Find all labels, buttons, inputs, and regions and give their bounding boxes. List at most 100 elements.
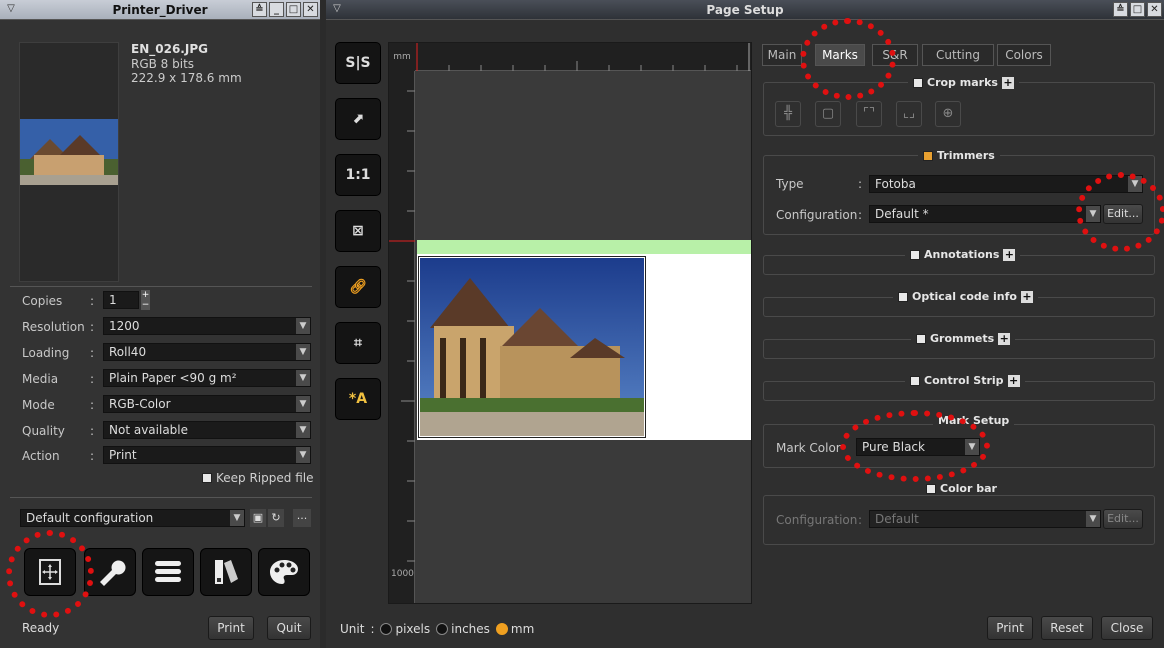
media-label: Media (22, 372, 59, 386)
configuration-select[interactable]: Default configuration ▼ (20, 509, 245, 527)
right-titlebar: ▽ Page Setup ≙ □ ✕ (326, 0, 1164, 20)
checkbox-box[interactable] (926, 483, 936, 494)
placed-image[interactable] (418, 256, 646, 438)
action-select[interactable]: Print ▼ (103, 446, 311, 464)
left-titlebar: ▽ Printer_Driver ≙ _ □ ✕ (0, 0, 320, 20)
actual-size-button[interactable]: 1:1 (335, 154, 381, 196)
unit-pixels[interactable]: pixels (380, 622, 430, 636)
top-ruler (415, 43, 751, 71)
annotations-header[interactable]: Annotations + (905, 248, 1021, 261)
reset-button[interactable]: Reset (1041, 616, 1093, 640)
tab-main[interactable]: Main (762, 44, 802, 66)
tab-colors[interactable]: Colors (997, 44, 1051, 66)
crop-style-4-icon[interactable]: ⌞⌟ (896, 101, 922, 127)
canvas-area[interactable]: mm 1000 (388, 42, 752, 604)
checkbox-box[interactable] (202, 473, 212, 483)
close-icon[interactable]: ✕ (1147, 2, 1162, 17)
grommets-header[interactable]: Grommets + (911, 332, 1016, 345)
mode-select[interactable]: RGB-Color ▼ (103, 395, 311, 413)
loading-select[interactable]: Roll40 ▼ (103, 343, 311, 361)
highlight-circle-page-setup (6, 530, 94, 618)
link-button[interactable]: 🔗︎ (335, 266, 381, 308)
colon: : (90, 398, 95, 412)
radio-selected-icon[interactable] (495, 623, 508, 635)
export-button[interactable]: ⬈ (335, 98, 381, 140)
bleed-bar (417, 240, 751, 254)
split-icon: S|S (345, 55, 371, 71)
plus-icon[interactable]: + (1020, 290, 1033, 303)
minimize-icon[interactable]: _ (269, 2, 284, 17)
maximize-icon[interactable]: □ (1130, 2, 1145, 17)
divider (10, 497, 312, 498)
color-bar-config-select[interactable]: Default ▼ (869, 510, 1101, 528)
color-bar-edit-button[interactable]: Edit... (1103, 509, 1143, 529)
fit-button[interactable]: ⊠ (335, 210, 381, 252)
window-menu-icon[interactable]: ▽ (330, 2, 344, 16)
page-setup-print-button[interactable]: Print (987, 616, 1033, 640)
swatch-button[interactable] (200, 548, 252, 596)
chevron-down-icon: ▼ (1086, 511, 1100, 527)
control-strip-header[interactable]: Control Strip + (905, 374, 1025, 387)
window-menu-icon[interactable]: ▽ (4, 2, 18, 16)
close-icon[interactable]: ✕ (303, 2, 318, 17)
crop-style-1-icon[interactable]: ╬ (775, 101, 801, 127)
auto-button[interactable]: *A (335, 378, 381, 420)
file-mode: RGB 8 bits (131, 57, 195, 71)
crop-style-5-icon[interactable]: ⊕ (935, 101, 961, 127)
tab-cutting[interactable]: Cutting (922, 44, 994, 66)
media-select[interactable]: Plain Paper <90 g m² ▼ (103, 369, 311, 387)
plus-icon[interactable]: + (1001, 76, 1014, 89)
save-icon[interactable]: ▣ (250, 509, 266, 527)
copies-input[interactable]: 1 (103, 291, 139, 309)
checkbox-box[interactable] (898, 291, 908, 302)
trimmers-header[interactable]: Trimmers (918, 149, 1000, 162)
highlight-circle-mark-color (840, 410, 990, 482)
quality-value: Not available (109, 423, 189, 437)
unit-mm[interactable]: mm (495, 622, 534, 636)
unit-label: Unit (340, 622, 365, 636)
radio-icon[interactable] (436, 623, 449, 635)
checkbox-box[interactable] (910, 249, 920, 260)
color-bar-header[interactable]: Color bar (921, 482, 1002, 495)
keep-ripped-checkbox[interactable]: Keep Ripped file (202, 471, 313, 485)
color-button[interactable] (258, 548, 310, 596)
colon: : (858, 513, 863, 527)
split-view-button[interactable]: S|S (335, 42, 381, 84)
plus-icon[interactable]: + (998, 332, 1011, 345)
radio-icon[interactable] (380, 623, 393, 635)
crop-style-2-icon[interactable]: ▢ (815, 101, 841, 127)
auto-icon: *A (348, 391, 368, 407)
checkbox-box[interactable] (910, 375, 920, 386)
center-button[interactable]: ⌗ (335, 322, 381, 364)
ruler-end-label: 1000 (391, 569, 414, 579)
shade-icon[interactable]: ≙ (1113, 2, 1128, 17)
trimmer-config-select[interactable]: Default * ▼ (869, 205, 1101, 223)
plus-icon[interactable]: + (1003, 248, 1016, 261)
file-name: EN_026.JPG (131, 42, 208, 56)
chevron-down-icon: ▼ (296, 318, 310, 334)
optical-code-header[interactable]: Optical code info + (893, 290, 1038, 303)
print-button[interactable]: Print (208, 616, 254, 640)
quit-button[interactable]: Quit (267, 616, 311, 640)
crop-style-3-icon[interactable]: ⌜⌝ (856, 101, 882, 127)
color-bar-config-label: Configuration (776, 513, 858, 527)
shade-icon[interactable]: ≙ (252, 2, 267, 17)
crop-marks-header[interactable]: Crop marks + (908, 76, 1019, 89)
resolution-select[interactable]: 1200 ▼ (103, 317, 311, 335)
plus-icon[interactable]: + (1007, 374, 1020, 387)
status-text: Ready (22, 621, 60, 635)
refresh-icon[interactable]: ↻ (268, 509, 284, 527)
checkbox-box[interactable] (916, 333, 926, 344)
checkbox-box[interactable] (913, 77, 923, 88)
control-strip-label: Control Strip (924, 374, 1004, 387)
queue-button[interactable] (142, 548, 194, 596)
maximize-icon[interactable]: □ (286, 2, 301, 17)
copies-stepper[interactable]: + − (141, 290, 150, 310)
close-button[interactable]: Close (1101, 616, 1153, 640)
checkbox-checked[interactable] (923, 150, 933, 161)
quality-select[interactable]: Not available ▼ (103, 421, 311, 439)
divider (10, 286, 312, 287)
more-button[interactable]: ... (293, 509, 311, 527)
colon: : (858, 177, 863, 191)
unit-inches[interactable]: inches (436, 622, 490, 636)
